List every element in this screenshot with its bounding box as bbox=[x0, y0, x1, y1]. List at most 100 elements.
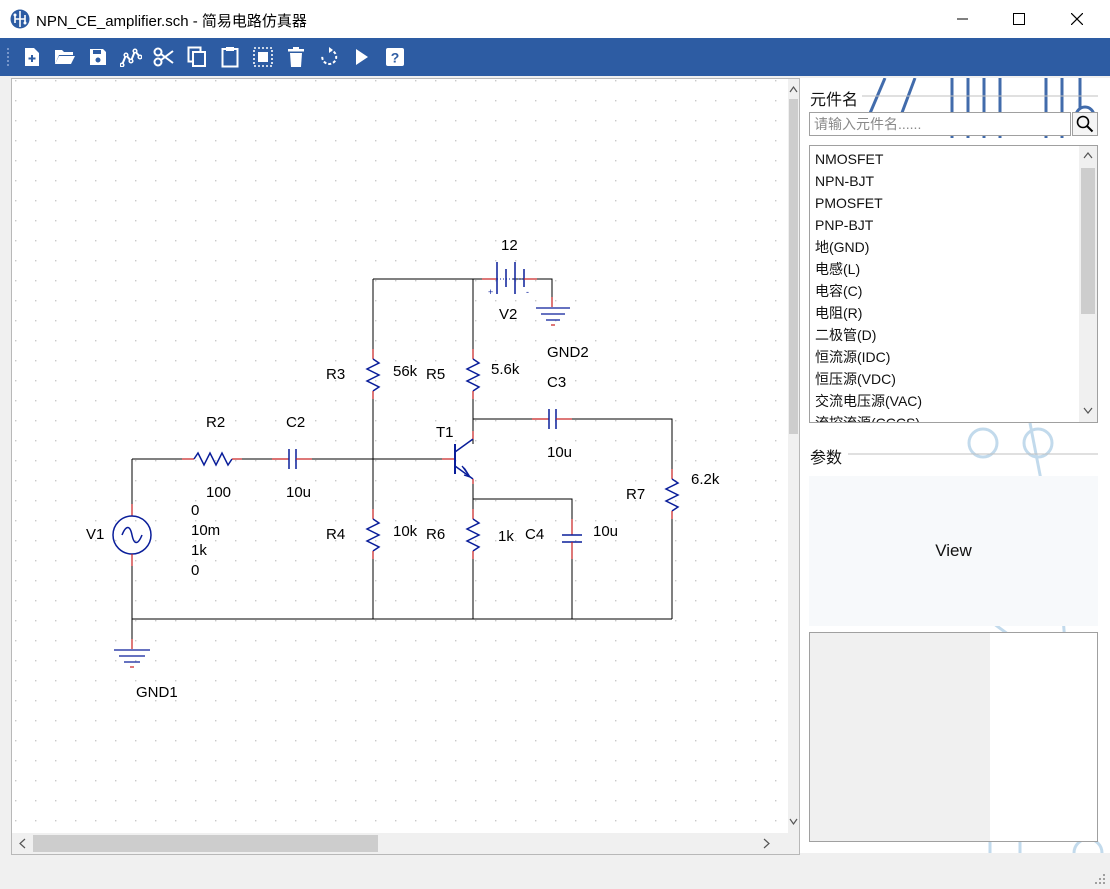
delete-icon bbox=[288, 47, 304, 67]
component-list-item[interactable]: 二极管(D) bbox=[810, 324, 1097, 346]
component-list-scrollbar[interactable] bbox=[1079, 146, 1097, 422]
component-list-item[interactable]: PMOSFET bbox=[810, 192, 1097, 214]
list-scroll-up-icon[interactable] bbox=[1083, 152, 1093, 159]
params-label: 参数 bbox=[810, 444, 847, 468]
label-v1-param1: 0 bbox=[191, 502, 199, 519]
label-c4-value: 10u bbox=[593, 523, 618, 540]
cut-button[interactable] bbox=[150, 43, 178, 71]
select-all-icon bbox=[253, 47, 273, 67]
component-list-item[interactable]: NMOSFET bbox=[810, 148, 1097, 170]
run-icon bbox=[356, 49, 368, 65]
maximize-button[interactable] bbox=[996, 0, 1042, 38]
label-gnd2: GND2 bbox=[547, 344, 589, 361]
scroll-left-icon[interactable] bbox=[19, 838, 26, 849]
toolbar-grip[interactable] bbox=[6, 47, 10, 67]
scroll-down-icon[interactable] bbox=[789, 818, 798, 826]
label-r7-value: 6.2k bbox=[691, 471, 720, 488]
schematic-canvas[interactable]: + - 12 V2 GND2 R3 56k R5 5.6k C3 T1 10u … bbox=[11, 78, 800, 855]
label-v1-param4: 0 bbox=[191, 562, 199, 579]
label-t1-name: T1 bbox=[436, 424, 454, 441]
rotate-icon bbox=[321, 47, 338, 65]
window-title: NPN_CE_amplifier.sch - 简易电路仿真器 bbox=[36, 13, 307, 30]
list-scroll-graphics bbox=[1081, 152, 1095, 414]
label-r7-name: R7 bbox=[626, 486, 645, 503]
scroll-right-icon[interactable] bbox=[763, 838, 770, 849]
list-scroll-down-icon[interactable] bbox=[1083, 407, 1093, 414]
search-icon bbox=[1076, 115, 1094, 133]
label-gnd1: GND1 bbox=[136, 684, 178, 701]
close-icon bbox=[1071, 13, 1083, 25]
component-list-item[interactable]: 地(GND) bbox=[810, 236, 1097, 258]
canvas-vscroll-graphics bbox=[789, 85, 798, 826]
view-placeholder-text: View bbox=[935, 541, 972, 560]
toolbar: ? bbox=[0, 38, 1110, 76]
side-panel: 元件名 NMOSFETNPN-BJTPMOSFETPNP-BJT地(GND)电感… bbox=[800, 78, 1110, 853]
horizontal-scroll-thumb[interactable] bbox=[33, 835, 378, 852]
battery-minus-label: - bbox=[526, 287, 529, 297]
label-v2-value: 12 bbox=[501, 237, 518, 254]
label-v1-name: V1 bbox=[86, 526, 104, 543]
open-folder-icon bbox=[55, 50, 75, 64]
label-c4-name: C4 bbox=[525, 526, 544, 543]
battery-plus-label: + bbox=[488, 287, 493, 297]
component-list-item[interactable]: 交流电压源(VAC) bbox=[810, 390, 1097, 412]
component-list[interactable]: NMOSFET NPN-BJT PMOSFET PNP-BJT 地(GND) 电感(L) 电… bbox=[809, 145, 1098, 423]
copy-icon bbox=[187, 46, 206, 67]
canvas-horizontal-scrollbar[interactable] bbox=[12, 833, 788, 854]
component-list-item[interactable]: 流控流源(CCCS) bbox=[810, 412, 1097, 422]
label-r3-name: R3 bbox=[326, 366, 345, 383]
component-list-item[interactable]: NPN-BJT bbox=[810, 170, 1097, 192]
title-bar: NPN_CE_amplifier.sch - 简易电路仿真器 bbox=[0, 0, 1110, 39]
component-list-item[interactable]: 电阻(R) bbox=[810, 302, 1097, 324]
help-button[interactable]: ? bbox=[381, 43, 409, 71]
component-list-item[interactable]: 恒压源(VDC) bbox=[810, 368, 1097, 390]
output-panel-white-area bbox=[990, 633, 1097, 841]
label-r4-name: R4 bbox=[326, 526, 345, 543]
maximize-icon bbox=[1013, 13, 1025, 25]
label-r2-name: R2 bbox=[206, 414, 225, 431]
component-list-item[interactable]: 电感(L) bbox=[810, 258, 1097, 280]
cut-icon bbox=[153, 47, 174, 67]
resize-grip-icon[interactable] bbox=[1094, 873, 1106, 885]
canvas-hscroll-graphics bbox=[19, 835, 770, 852]
component-search-input[interactable] bbox=[809, 112, 1071, 136]
svg-text:?: ? bbox=[391, 50, 400, 66]
status-bar bbox=[0, 855, 1110, 889]
label-c2-value: 10u bbox=[286, 484, 311, 501]
select-all-button[interactable] bbox=[249, 43, 277, 71]
label-c2-name: C2 bbox=[286, 414, 305, 431]
label-r4-value: 10k bbox=[393, 523, 418, 540]
copy-button[interactable] bbox=[183, 43, 211, 71]
new-file-button[interactable] bbox=[18, 43, 46, 71]
close-button[interactable] bbox=[1054, 0, 1100, 38]
scroll-up-icon[interactable] bbox=[789, 85, 798, 93]
component-list-item[interactable]: 电容(C) bbox=[810, 280, 1097, 302]
app-logo-icon bbox=[10, 9, 30, 29]
canvas-vertical-scrollbar[interactable] bbox=[788, 79, 799, 833]
minimize-button[interactable] bbox=[940, 0, 986, 38]
vertical-scroll-thumb[interactable] bbox=[789, 99, 798, 434]
run-button[interactable] bbox=[348, 43, 376, 71]
label-v1-param3: 1k bbox=[191, 542, 207, 559]
rotate-button[interactable] bbox=[315, 43, 343, 71]
scroll-corner bbox=[788, 833, 799, 854]
delete-button[interactable] bbox=[282, 43, 310, 71]
component-name-label: 元件名 bbox=[810, 86, 863, 110]
label-r6-value: 1k bbox=[498, 528, 514, 545]
label-r5-name: R5 bbox=[426, 366, 445, 383]
label-r5-value: 5.6k bbox=[491, 361, 520, 378]
component-list-item[interactable]: PNP-BJT bbox=[810, 214, 1097, 236]
list-scroll-thumb[interactable] bbox=[1081, 168, 1095, 314]
open-button[interactable] bbox=[51, 43, 79, 71]
output-panel[interactable] bbox=[809, 632, 1098, 842]
schematic-drawing[interactable]: + - 12 V2 GND2 R3 56k R5 5.6k C3 T1 10u … bbox=[12, 79, 788, 833]
search-button[interactable] bbox=[1072, 112, 1098, 136]
label-r3-value: 56k bbox=[393, 363, 418, 380]
wire-icon bbox=[120, 48, 142, 67]
wire-button[interactable] bbox=[117, 43, 145, 71]
paste-button[interactable] bbox=[216, 43, 244, 71]
minimize-icon bbox=[957, 18, 968, 20]
component-list-item[interactable]: 恒流源(IDC) bbox=[810, 346, 1097, 368]
label-r2-value: 100 bbox=[206, 484, 231, 501]
save-button[interactable] bbox=[84, 43, 112, 71]
